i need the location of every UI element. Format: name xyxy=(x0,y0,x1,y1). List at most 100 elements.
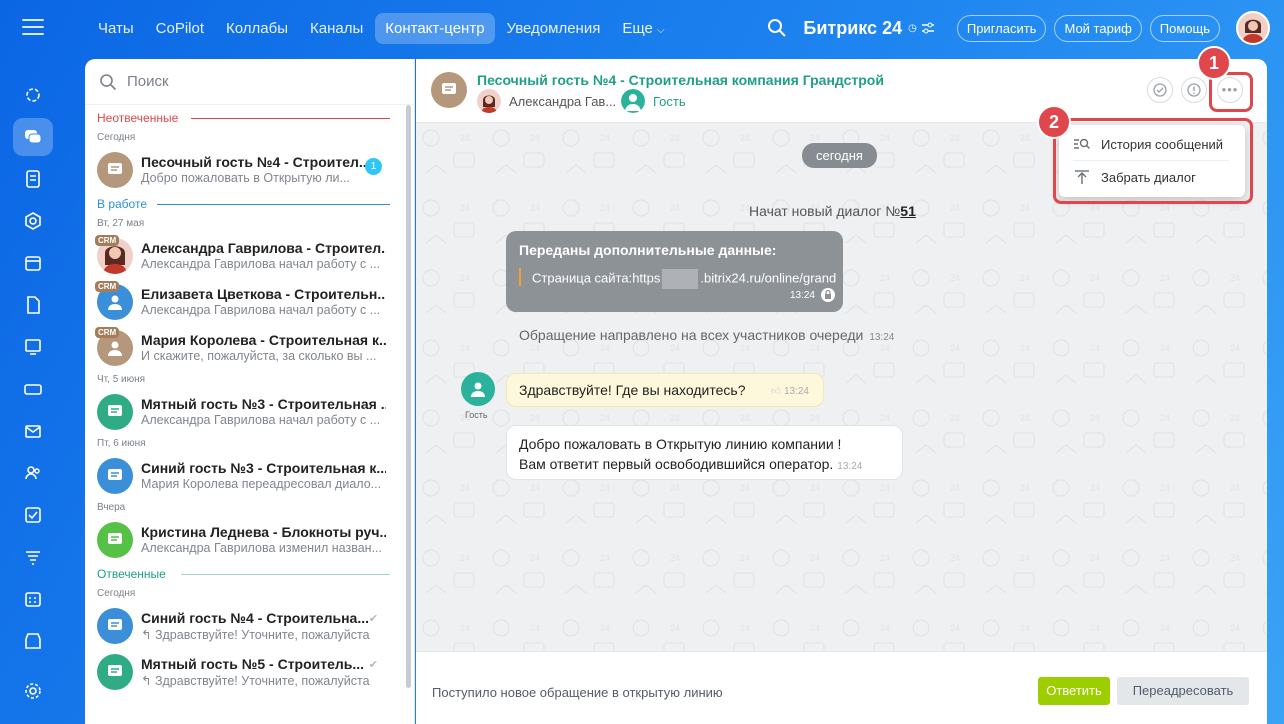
nav-board-icon[interactable] xyxy=(13,328,53,366)
nav-filter-icon[interactable] xyxy=(13,538,53,576)
section-divider xyxy=(191,118,390,119)
tab-channels[interactable]: Каналы xyxy=(300,13,373,44)
chat-preview: Александра Гаврилова начал работу с ... xyxy=(141,413,381,427)
nav-messenger-icon[interactable] xyxy=(13,118,53,156)
tab-chats[interactable]: Чаты xyxy=(88,13,144,44)
section-unanswered-label: Неотвеченные xyxy=(97,111,179,125)
nav-crm-icon[interactable] xyxy=(13,202,53,240)
avatar xyxy=(477,89,501,113)
brand-logo: Битрикс 24 xyxy=(803,18,902,39)
section-divider xyxy=(157,204,390,205)
chat-preview: Добро пожаловать в Открытую ли... xyxy=(141,171,350,185)
settings-toggle-icon[interactable] xyxy=(921,22,935,34)
member-operator[interactable]: Александра Гав... xyxy=(477,89,616,113)
crm-badge: CRM xyxy=(95,281,120,292)
message-text: Здравствуйте! Где вы находитесь? xyxy=(519,382,746,398)
nav-tasks-icon[interactable] xyxy=(13,160,53,198)
help-button[interactable]: Помощь xyxy=(1149,14,1220,42)
reply-button[interactable]: Ответить xyxy=(1038,677,1110,705)
nav-settings-icon[interactable] xyxy=(13,672,53,710)
nav-checklist-icon[interactable] xyxy=(13,496,53,534)
chat-bubble-icon xyxy=(442,83,456,94)
tab-contact-center[interactable]: Контакт-центр xyxy=(375,12,495,44)
tab-more-label: Еще xyxy=(622,19,653,37)
avatar xyxy=(97,522,133,558)
dialog-number-link[interactable]: 51 xyxy=(900,203,916,219)
redacted-block xyxy=(662,269,699,289)
avatar xyxy=(621,89,645,113)
user-avatar[interactable] xyxy=(1236,11,1270,45)
nav-contacts-icon[interactable] xyxy=(13,454,53,492)
list-item[interactable]: CRM Мария Королева - Строительная к... И… xyxy=(85,325,414,371)
tab-copilot[interactable]: CoPilot xyxy=(146,13,214,44)
chat-name: Синий гость №3 - Строительная к... xyxy=(141,460,386,476)
member-name: Гость xyxy=(653,93,686,109)
list-item[interactable]: Мятный гость №3 - Строительная ... Алекс… xyxy=(85,389,414,435)
list-item[interactable]: Синий гость №4 - Строительна... ↰ Здравс… xyxy=(85,603,414,649)
nav-feed-icon[interactable] xyxy=(13,76,53,114)
tab-more[interactable]: Еще ⌵ xyxy=(612,13,674,44)
data-url-end[interactable]: .bitrix24.ru/online/grand xyxy=(700,270,836,285)
forward-button[interactable]: Переадресовать xyxy=(1117,677,1249,705)
search-input[interactable] xyxy=(127,73,387,90)
nav-disk-icon[interactable] xyxy=(13,370,53,408)
system-welcome-message[interactable]: Добро пожаловать в Открытую линию компан… xyxy=(506,425,903,480)
my-tariff-button[interactable]: Мой тариф xyxy=(1054,14,1142,42)
chat-name: Мятный гость №5 - Строитель... xyxy=(141,656,365,672)
chat-header: Песочный гость №4 - Строительная компани… xyxy=(416,59,1267,123)
crm-badge: CRM xyxy=(95,235,120,246)
tab-collabs[interactable]: Коллабы xyxy=(216,13,298,44)
avatar xyxy=(97,654,133,690)
section-answered: Отвеченные xyxy=(85,563,414,585)
guest-label: Гость xyxy=(465,410,488,420)
list-item[interactable]: CRM Елизавета Цветкова - Строительн... А… xyxy=(85,279,414,325)
invite-button[interactable]: Пригласить xyxy=(956,14,1047,42)
chat-preview: Александра Гаврилова начал работу с ... xyxy=(141,303,381,317)
reply-arrow-icon: ↰ xyxy=(141,628,155,642)
brand-number: 24 xyxy=(882,17,903,38)
read-check-icon: ✔ xyxy=(368,613,378,625)
list-item[interactable]: Песочный гость №4 - Строител... Добро по… xyxy=(85,147,414,193)
member-guest[interactable]: Гость xyxy=(621,89,686,113)
data-title: Переданы дополнительные данные: xyxy=(519,242,777,258)
search-icon[interactable] xyxy=(765,16,789,40)
finish-dialog-button[interactable] xyxy=(1147,77,1173,103)
chat-list-scrollbar[interactable] xyxy=(406,105,411,688)
section-in-work: В работе xyxy=(85,193,414,215)
chat-preview-text: Здравствуйте! Уточните, пожалуйста xyxy=(154,674,370,688)
nav-store-icon[interactable] xyxy=(13,622,53,660)
guest-message[interactable]: Здравствуйте! Где вы находитесь? 👍︎ 13:2… xyxy=(506,373,824,407)
chat-name: Кристина Леднева - Блокноты руч... xyxy=(141,524,386,540)
list-item[interactable]: Мятный гость №5 - Строитель... ↰ Здравст… xyxy=(85,649,414,695)
left-navigation xyxy=(0,0,66,724)
chat-preview: ↰ Здравствуйте! Уточните, пожалуйста xyxy=(141,673,386,688)
lock-icon xyxy=(821,288,835,302)
annotation-box-menu xyxy=(1053,118,1253,204)
tab-notifications[interactable]: Уведомления xyxy=(497,13,611,44)
menu-icon[interactable] xyxy=(22,19,44,37)
date-separator: сегодня xyxy=(802,143,877,168)
list-item[interactable]: CRM Александра Гаврилова - Строител... А… xyxy=(85,233,414,279)
nav-mail-icon[interactable] xyxy=(13,412,53,450)
nav-schedule-icon[interactable] xyxy=(13,580,53,618)
message-time: 👍︎ 13:24 xyxy=(771,385,809,397)
list-item[interactable]: Синий гость №3 - Строительная к... Мария… xyxy=(85,453,414,499)
nav-documents-icon[interactable] xyxy=(13,286,53,324)
message-text-line2: Вам ответит первый освободившийся операт… xyxy=(519,454,890,477)
chat-bubble-icon xyxy=(108,405,122,416)
list-item[interactable]: Кристина Леднева - Блокноты руч... Алекс… xyxy=(85,517,414,563)
message-time-value: 13:24 xyxy=(783,386,809,397)
section-unanswered: Неотвеченные xyxy=(85,107,414,129)
top-right-toolbar: Битрикс 24 ◷ Пригласить Мой тариф Помощь xyxy=(765,10,1270,46)
data-url-start[interactable]: https xyxy=(632,270,660,285)
guest-avatar[interactable] xyxy=(461,372,495,406)
spam-button[interactable] xyxy=(1181,77,1207,103)
chat-title[interactable]: Песочный гость №4 - Строительная компани… xyxy=(477,72,884,88)
avatar xyxy=(97,458,133,494)
additional-data-message: Переданы дополнительные данные: Страница… xyxy=(506,231,843,312)
nav-calendar-icon[interactable] xyxy=(13,244,53,282)
new-dialog-text: Начат новый диалог № xyxy=(749,203,901,219)
like-icon[interactable]: 👍︎ xyxy=(771,386,784,397)
date-label: Чт, 5 июня xyxy=(97,374,146,385)
chat-name: Александра Гаврилова - Строител... xyxy=(141,240,386,256)
